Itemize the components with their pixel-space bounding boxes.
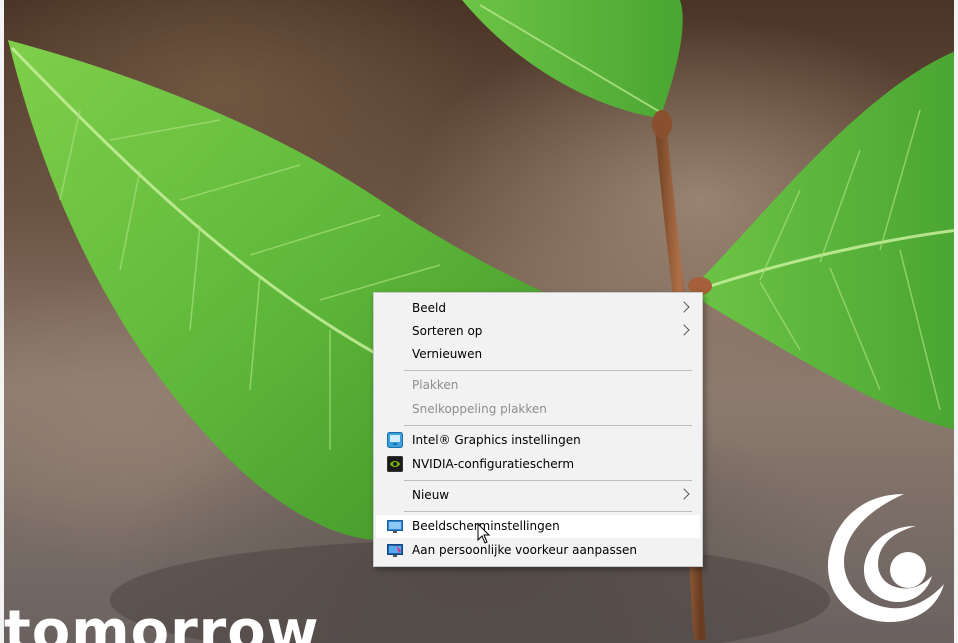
nvidia-icon <box>387 456 403 472</box>
menu-item-plakken[interactable]: Plakken <box>376 374 700 397</box>
menu-item-personaliseren[interactable]: Aan persoonlijke voorkeur aanpassen <box>376 539 700 562</box>
menu-separator <box>404 425 692 426</box>
menu-item-beeldscherminstellingen[interactable]: Beeldscherminstellingen <box>376 515 700 538</box>
menu-item-snelkoppeling-plakken[interactable]: Snelkoppeling plakken <box>376 398 700 421</box>
chevron-right-icon <box>678 488 690 500</box>
menu-item-label: Aan persoonlijke voorkeur aanpassen <box>412 543 637 557</box>
menu-item-label: Vernieuwen <box>412 347 483 361</box>
chevron-right-icon <box>678 324 690 336</box>
menu-item-intel-graphics[interactable]: Intel® Graphics instellingen <box>376 429 700 452</box>
menu-item-label: NVIDIA-configuratiescherm <box>412 457 575 471</box>
menu-item-label: Snelkoppeling plakken <box>412 402 547 416</box>
mouse-pointer-icon <box>477 523 491 544</box>
watermark-logo-icon <box>828 494 944 622</box>
menu-item-label: Sorteren op <box>412 324 483 338</box>
left-frame-edge <box>0 0 4 643</box>
menu-item-label: Plakken <box>412 378 459 392</box>
display-settings-icon <box>387 520 403 533</box>
menu-separator <box>404 370 692 371</box>
menu-item-nieuw[interactable]: Nieuw <box>376 484 700 507</box>
menu-item-label: Intel® Graphics instellingen <box>412 433 581 447</box>
menu-item-beeld[interactable]: Beeld <box>376 297 700 320</box>
menu-item-label: Nieuw <box>412 488 450 502</box>
menu-item-label: Beeld <box>412 301 446 315</box>
chevron-right-icon <box>678 301 690 313</box>
menu-item-sorteren-op[interactable]: Sorteren op <box>376 320 700 343</box>
menu-item-nvidia[interactable]: NVIDIA-configuratiescherm <box>376 453 700 476</box>
watermark-text: tomorrow <box>4 599 320 643</box>
personalize-icon <box>387 544 403 557</box>
menu-separator <box>404 480 692 481</box>
menu-separator <box>404 511 692 512</box>
intel-graphics-icon <box>387 432 403 448</box>
right-frame-edge <box>954 0 958 643</box>
menu-item-vernieuwen[interactable]: Vernieuwen <box>376 343 700 366</box>
desktop-context-menu: Beeld Sorteren op Vernieuwen Plakken Sne… <box>373 292 703 567</box>
